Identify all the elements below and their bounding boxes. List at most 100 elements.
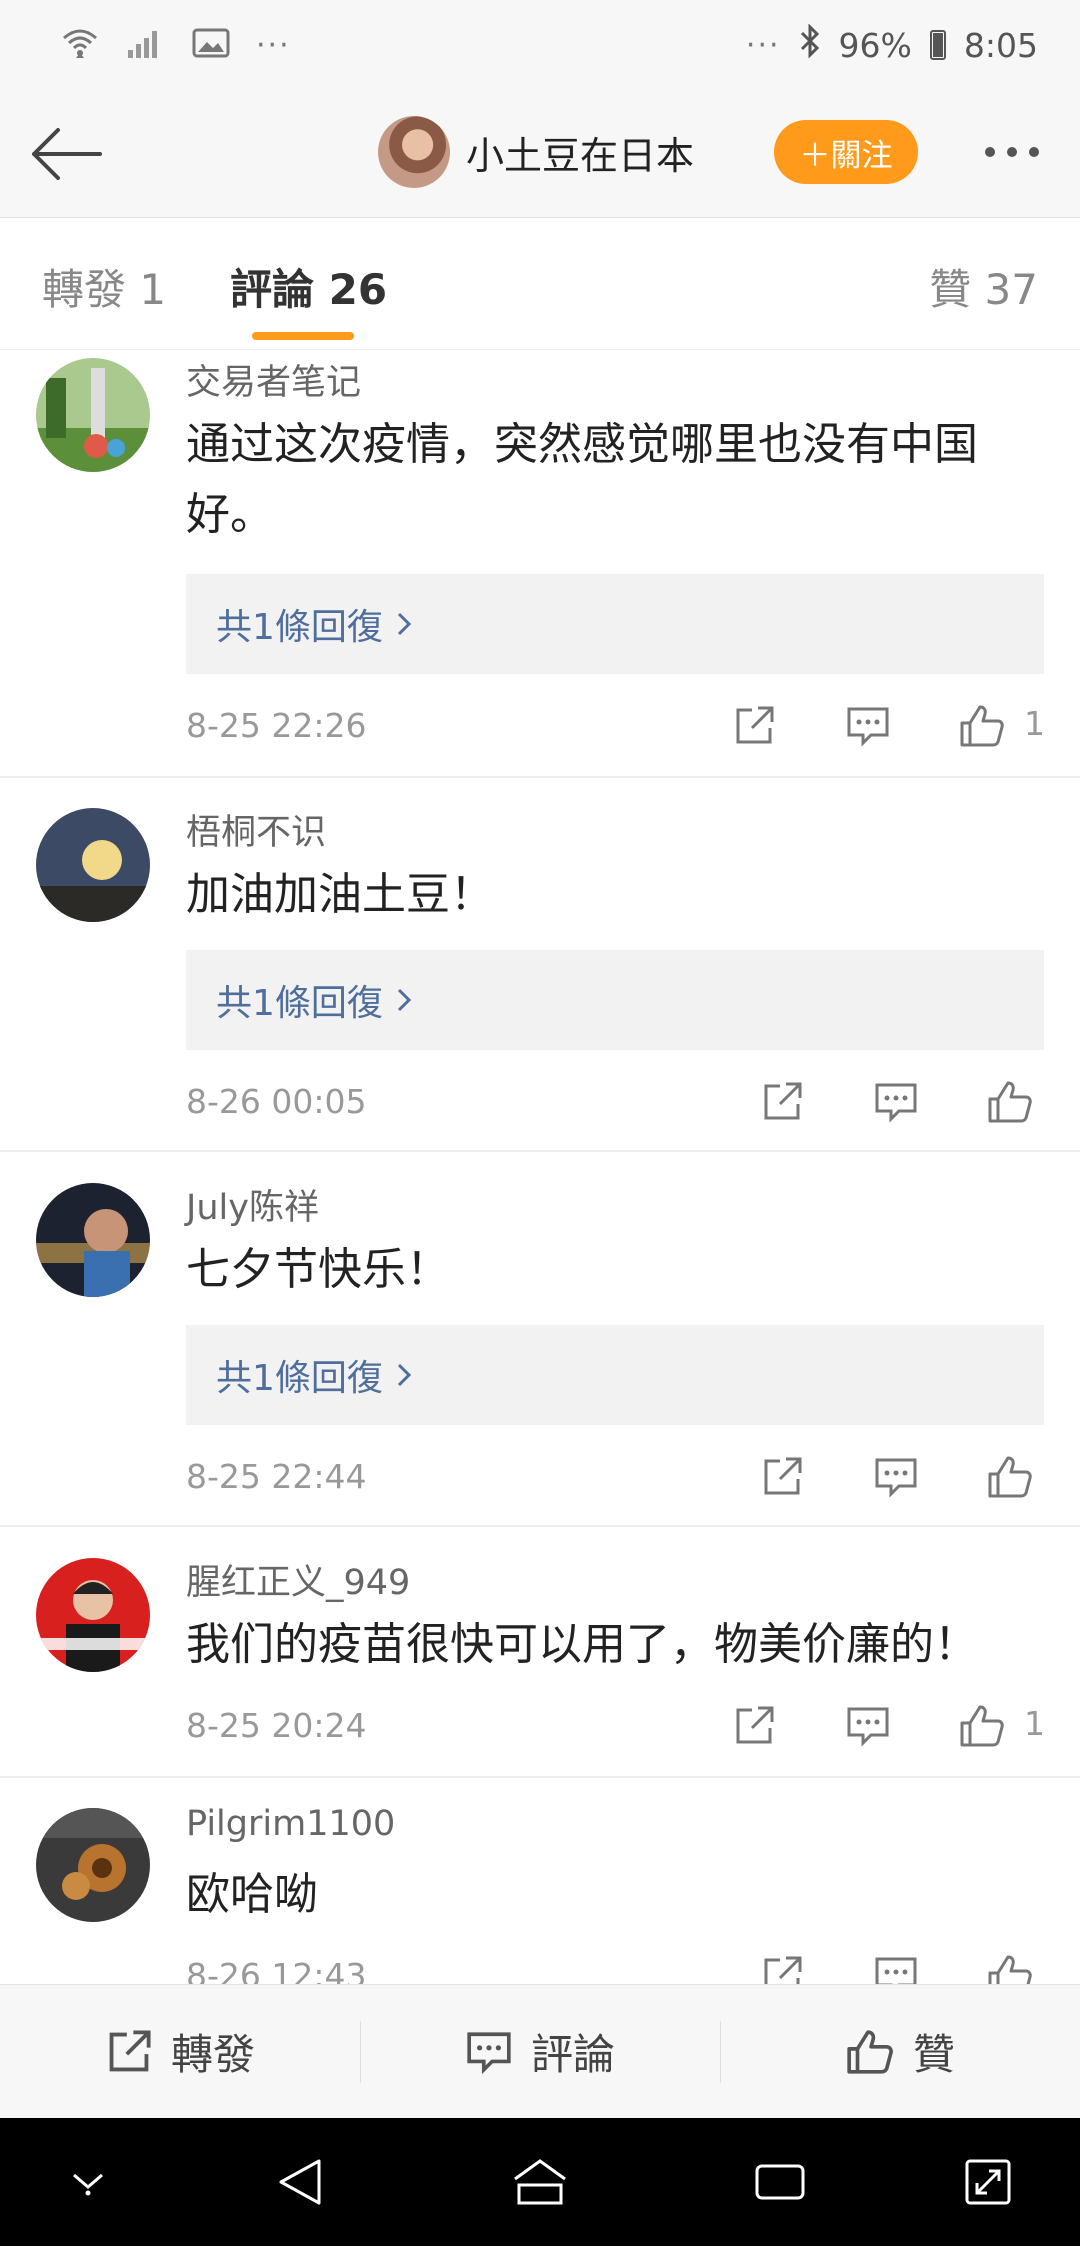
share-button[interactable] [724, 1696, 784, 1756]
reply-link[interactable]: 共1條回復 [216, 1349, 411, 1401]
avatar[interactable] [36, 358, 150, 472]
like-button[interactable]: 贊 [720, 1985, 1080, 2118]
comment-actions [0, 1946, 1080, 1984]
chevron-right-icon [397, 1363, 411, 1387]
comment-actions [0, 1072, 1080, 1132]
more-dot-icon [1029, 147, 1039, 157]
tab-like[interactable]: 贊 37 [929, 256, 1038, 317]
battery-icon [929, 30, 946, 60]
bluetooth-icon [799, 23, 821, 66]
comment-icon [875, 1957, 917, 1984]
reply-link[interactable]: 共1條回復 [216, 974, 411, 1026]
reply-button[interactable] [866, 1072, 926, 1132]
avatar[interactable] [36, 1183, 150, 1297]
reply-box[interactable]: 共1條回復 [186, 574, 1044, 674]
tab-comment[interactable]: 評論 26 [230, 256, 387, 317]
reply-box[interactable]: 共1條回復 [186, 1325, 1044, 1425]
comment-actions: 1 [0, 1696, 1080, 1756]
more-dot-icon [1007, 147, 1017, 157]
like-button[interactable] [980, 1072, 1040, 1132]
chevron-right-icon [397, 612, 411, 636]
like-button[interactable] [980, 1946, 1040, 1984]
share-icon [764, 1457, 802, 1495]
like-button[interactable] [952, 1696, 1012, 1756]
avatar[interactable] [378, 116, 450, 188]
status-bar: ··· ··· 96% 8:05 [0, 0, 1080, 90]
comment-text: 七夕节快乐！ [186, 1244, 450, 1295]
nav-back-button[interactable] [270, 2152, 330, 2212]
comment-author[interactable]: 梧桐不识 [186, 804, 326, 855]
nav-hide-button[interactable] [58, 2152, 118, 2212]
reply-button[interactable] [838, 1696, 898, 1756]
like-button[interactable] [952, 696, 1012, 756]
list-item: 腥红正义_949 我们的疫苗很快可以用了，物美价廉的！ 8-25 20:24 1 [0, 1550, 1080, 1778]
profile-name[interactable]: 小土豆在日本 [466, 125, 694, 180]
comment-actions: 1 [0, 696, 1080, 756]
thumbs-up-icon [847, 2029, 893, 2074]
comment-button[interactable]: 評論 [360, 1985, 720, 2118]
avatar[interactable] [36, 1808, 150, 1922]
comment-text: 欧哈呦 [186, 1869, 318, 1920]
share-icon [764, 1956, 802, 1984]
share-button[interactable] [752, 1072, 812, 1132]
share-button[interactable] [724, 696, 784, 756]
comment-text: 我们的疫苗很快可以用了，物美价廉的！ [186, 1619, 978, 1670]
nav-home-button[interactable] [510, 2152, 570, 2212]
image-icon [192, 28, 230, 62]
battery-percent: 96% [838, 25, 912, 65]
comment-author[interactable]: July陈祥 [186, 1179, 319, 1230]
share-button[interactable] [752, 1447, 812, 1507]
reply-button[interactable] [866, 1447, 926, 1507]
comment-author[interactable]: Pilgrim1100 [186, 1804, 395, 1844]
thumbs-up-icon [960, 705, 1004, 747]
share-icon [109, 2029, 151, 2071]
bottom-toolbar: 轉發 評論 贊 [0, 1984, 1080, 2118]
reply-count: 共1條回復 [216, 607, 383, 648]
tab-repost[interactable]: 轉發 1 [42, 256, 166, 317]
repost-button[interactable]: 轉發 [0, 1985, 360, 2118]
reply-count: 共1條回復 [216, 1358, 383, 1399]
reply-button[interactable] [866, 1946, 926, 1984]
thumbs-up-icon [988, 1081, 1032, 1123]
comment-icon [847, 707, 889, 747]
comment-text: 加油加油土豆！ [186, 869, 494, 920]
comment-author[interactable]: 交易者笔记 [186, 354, 361, 405]
tab-active-indicator [252, 332, 354, 340]
like-button[interactable] [980, 1447, 1040, 1507]
screen-rotate-icon [965, 2159, 1011, 2205]
share-button[interactable] [752, 1946, 812, 1984]
reply-box[interactable]: 共1條回復 [186, 950, 1044, 1050]
share-icon [736, 1706, 774, 1744]
more-button[interactable] [972, 126, 1052, 178]
list-item: July陈祥 七夕节快乐！ 共1條回復 8-25 22:44 [0, 1175, 1080, 1527]
avatar[interactable] [36, 1558, 150, 1672]
thumbs-up-icon [988, 1456, 1032, 1498]
reply-button[interactable] [838, 696, 898, 756]
system-nav-bar [0, 2118, 1080, 2246]
chevron-right-icon [397, 988, 411, 1012]
reply-count: 共1條回復 [216, 983, 383, 1024]
thumbs-up-icon [988, 1955, 1032, 1984]
avatar[interactable] [36, 808, 150, 922]
list-item: Pilgrim1100 欧哈呦 8-26 12:43 [0, 1800, 1080, 1984]
follow-button[interactable]: ＋關注 [774, 120, 918, 184]
share-icon [764, 1082, 802, 1120]
clock: 8:05 [963, 25, 1038, 65]
comment-text: 通过这次疫情，突然感觉哪里也没有中国好。 [186, 419, 978, 540]
reply-link[interactable]: 共1條回復 [216, 598, 411, 650]
list-item: 交易者笔记 通过这次疫情，突然感觉哪里也没有中国好。 共1條回復 8-25 22… [0, 350, 1080, 778]
comment-icon [875, 1083, 917, 1123]
share-icon [736, 706, 774, 744]
repost-label: 轉發 [170, 2030, 255, 2079]
profile-chip[interactable]: 小土豆在日本 [378, 114, 694, 190]
comment-icon [847, 1707, 889, 1747]
status-overflow-left: ··· [256, 27, 291, 63]
status-overflow-right: ··· [745, 27, 781, 63]
comment-icon [875, 1458, 917, 1498]
back-button[interactable] [24, 112, 108, 196]
thumbs-up-icon [960, 1705, 1004, 1747]
comment-author[interactable]: 腥红正义_949 [186, 1554, 410, 1605]
nav-recents-button[interactable] [750, 2152, 810, 2212]
nav-rotate-button[interactable] [958, 2152, 1018, 2212]
comment-label: 評論 [530, 2030, 615, 2079]
